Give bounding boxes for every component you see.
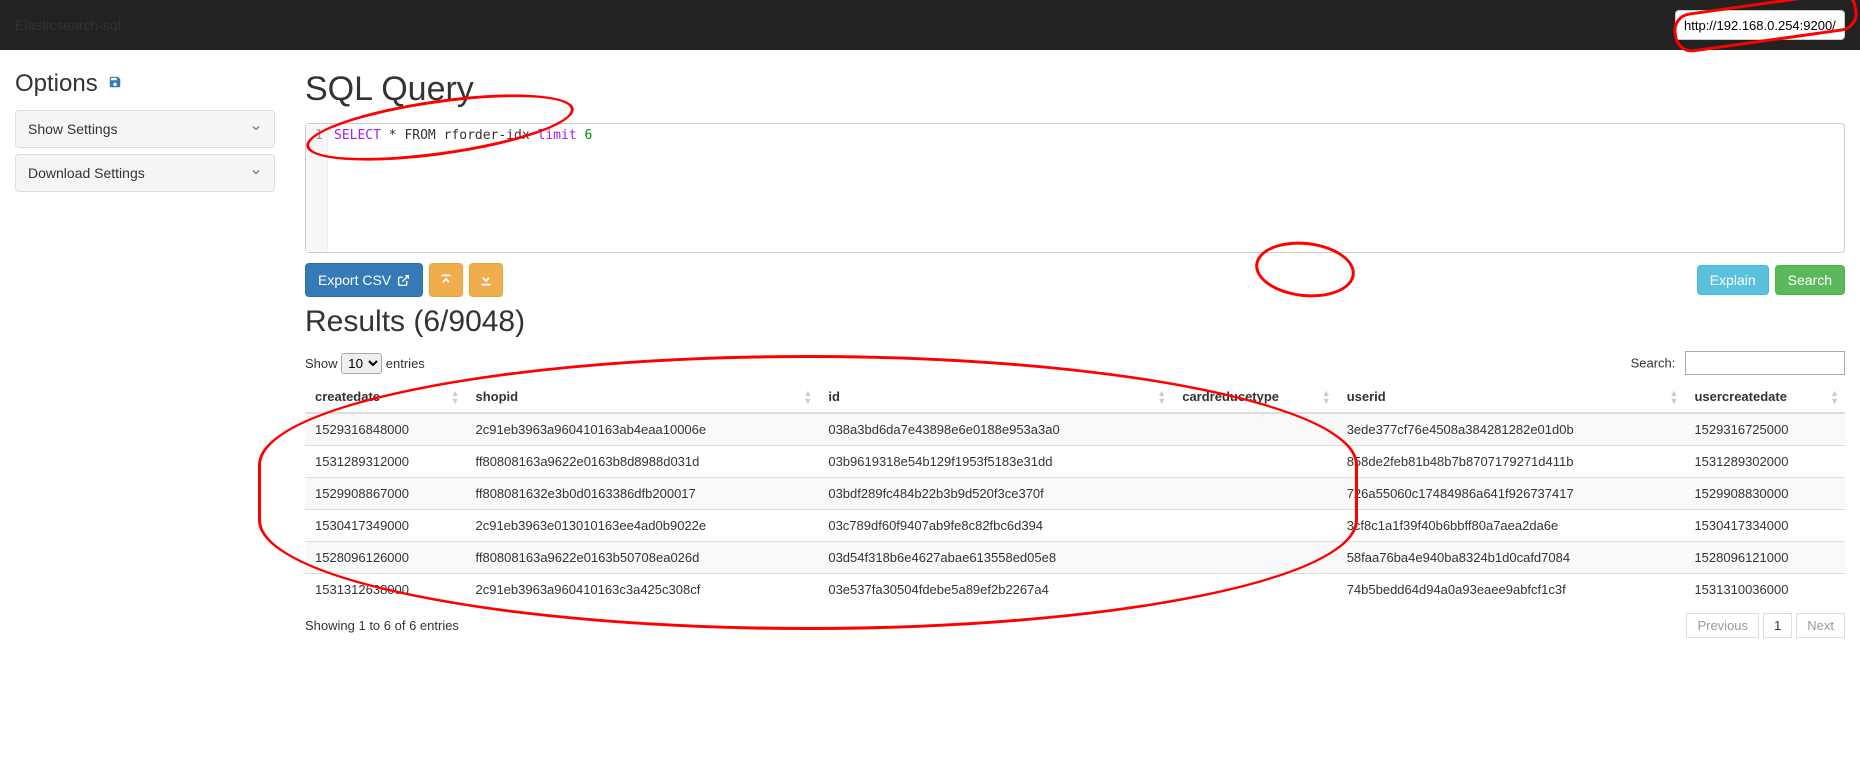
- cell: 3ede377cf76e4508a384281282e01d0b: [1337, 413, 1685, 446]
- cell: 038a3bd6da7e43898e6e0188e953a3a0: [818, 413, 1172, 446]
- page-size-select[interactable]: 10: [341, 353, 382, 374]
- collapse-down-icon: [479, 273, 493, 287]
- table-row: 15313126380002c91eb3963a960410163c3a425c…: [305, 574, 1845, 606]
- cell: ff80808163a9622e0163b8d8988d031d: [465, 446, 818, 478]
- pager-next[interactable]: Next: [1796, 613, 1845, 638]
- collapse-up-button[interactable]: [429, 263, 463, 297]
- col-cardreducetype[interactable]: cardreducetype▲▼: [1172, 381, 1336, 413]
- panel-download-settings[interactable]: Download Settings: [15, 154, 275, 192]
- cell: [1172, 574, 1336, 606]
- col-id[interactable]: id▲▼: [818, 381, 1172, 413]
- cell: 03bdf289fc484b22b3b9d520f3ce370f: [818, 478, 1172, 510]
- chevron-down-icon: [250, 165, 262, 181]
- cell: [1172, 413, 1336, 446]
- export-csv-label: Export CSV: [318, 272, 391, 288]
- cell: [1172, 542, 1336, 574]
- results-title: Results (6/9048): [305, 305, 1845, 339]
- chevron-down-icon: [250, 121, 262, 137]
- cell: 1529316848000: [305, 413, 465, 446]
- panel-label: Show Settings: [28, 121, 118, 137]
- panel-show-settings[interactable]: Show Settings: [15, 110, 275, 148]
- explain-button[interactable]: Explain: [1697, 265, 1769, 295]
- pager-page-1[interactable]: 1: [1763, 613, 1792, 638]
- cell: 03b9619318e54b129f1953f5183e31dd: [818, 446, 1172, 478]
- cell: 03c789df60f9407ab9fe8c82fbc6d394: [818, 510, 1172, 542]
- options-title: Options: [15, 70, 98, 98]
- cell: 726a55060c17484986a641f926737417: [1337, 478, 1685, 510]
- cell: 1529908830000: [1684, 478, 1845, 510]
- col-createdate[interactable]: createdate▲▼: [305, 381, 465, 413]
- cell: 1531312638000: [305, 574, 465, 606]
- editor-gutter: 1: [306, 124, 328, 252]
- sort-icon: ▲▼: [803, 389, 812, 405]
- cell: 1529908867000: [305, 478, 465, 510]
- save-icon[interactable]: [108, 75, 122, 94]
- cell: 1530417349000: [305, 510, 465, 542]
- cell: 1531289312000: [305, 446, 465, 478]
- sort-icon: ▲▼: [1830, 389, 1839, 405]
- cell: [1172, 510, 1336, 542]
- endpoint-input[interactable]: [1675, 10, 1845, 40]
- sort-icon: ▲▼: [1322, 389, 1331, 405]
- col-userid[interactable]: userid▲▼: [1337, 381, 1685, 413]
- cell: 03e537fa30504fdebe5a89ef2b2267a4: [818, 574, 1172, 606]
- external-link-icon: [397, 274, 410, 287]
- cell: 74b5bedd64d94a0a93eaee9abfcf1c3f: [1337, 574, 1685, 606]
- table-row: 1531289312000ff80808163a9622e0163b8d8988…: [305, 446, 1845, 478]
- cell: 1531289302000: [1684, 446, 1845, 478]
- collapse-down-button[interactable]: [469, 263, 503, 297]
- table-row: 1529908867000ff808081632e3b0d0163386dfb2…: [305, 478, 1845, 510]
- sql-editor[interactable]: 1 SELECT * FROM rforder-idx limit 6: [305, 123, 1845, 253]
- col-shopid[interactable]: shopid▲▼: [465, 381, 818, 413]
- pager: Previous 1 Next: [1686, 613, 1845, 638]
- search-button[interactable]: Search: [1775, 265, 1845, 295]
- cell: [1172, 478, 1336, 510]
- brand: Elasticsearch-sql: [15, 17, 121, 33]
- cell: 2c91eb3963a960410163c3a425c308cf: [465, 574, 818, 606]
- cell: 2c91eb3963e013010163ee4ad0b9022e: [465, 510, 818, 542]
- options-header: Options: [15, 70, 275, 98]
- cell: ff80808163a9622e0163b50708ea026d: [465, 542, 818, 574]
- panel-label: Download Settings: [28, 165, 145, 181]
- results-table: createdate▲▼shopid▲▼id▲▼cardreducetype▲▼…: [305, 381, 1845, 605]
- pager-prev[interactable]: Previous: [1686, 613, 1759, 638]
- sort-icon: ▲▼: [451, 389, 460, 405]
- cell: [1172, 446, 1336, 478]
- table-row: 15293168480002c91eb3963a960410163ab4eaa1…: [305, 413, 1845, 446]
- cell: 58faa76ba4e940ba8324b1d0cafd7084: [1337, 542, 1685, 574]
- collapse-up-icon: [439, 273, 453, 287]
- cell: 1528096121000: [1684, 542, 1845, 574]
- cell: 03d54f318b6e4627abae613558ed05e8: [818, 542, 1172, 574]
- cell: 2c91eb3963a960410163ab4eaa10006e: [465, 413, 818, 446]
- page-title: SQL Query: [305, 70, 1845, 109]
- sort-icon: ▲▼: [1157, 389, 1166, 405]
- cell: 1528096126000: [305, 542, 465, 574]
- cell: 1529316725000: [1684, 413, 1845, 446]
- table-row: 1528096126000ff80808163a9622e0163b50708e…: [305, 542, 1845, 574]
- cell: 3cf8c1a1f39f40b6bbff80a7aea2da6e: [1337, 510, 1685, 542]
- dt-length-control: Show 10 entries: [305, 353, 425, 374]
- table-search-input[interactable]: [1685, 351, 1845, 375]
- editor-code[interactable]: SELECT * FROM rforder-idx limit 6: [328, 124, 598, 252]
- col-usercreatedate[interactable]: usercreatedate▲▼: [1684, 381, 1845, 413]
- export-csv-button[interactable]: Export CSV: [305, 263, 423, 297]
- cell: 1530417334000: [1684, 510, 1845, 542]
- cell: ff808081632e3b0d0163386dfb200017: [465, 478, 818, 510]
- dt-info: Showing 1 to 6 of 6 entries: [305, 618, 459, 633]
- navbar: Elasticsearch-sql: [0, 0, 1860, 50]
- table-row: 15304173490002c91eb3963e013010163ee4ad0b…: [305, 510, 1845, 542]
- cell: 858de2feb81b48b7b8707179271d411b: [1337, 446, 1685, 478]
- cell: 1531310036000: [1684, 574, 1845, 606]
- sort-icon: ▲▼: [1670, 389, 1679, 405]
- dt-search-control: Search:: [1631, 351, 1845, 375]
